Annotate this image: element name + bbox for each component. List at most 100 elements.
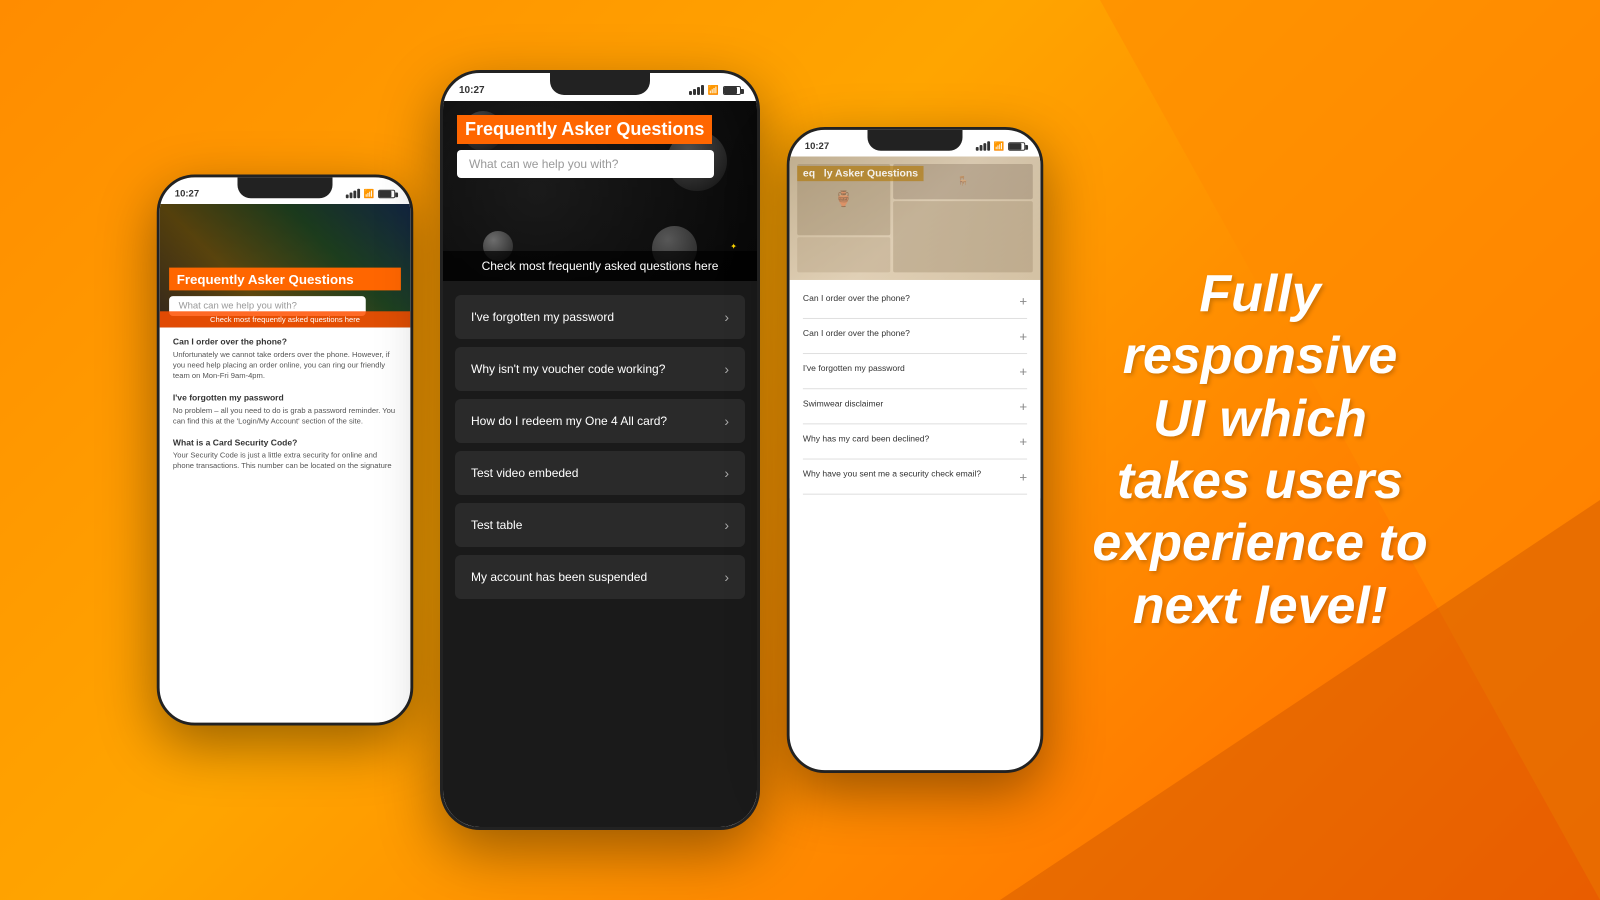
csignal-4 (701, 85, 704, 95)
faq-right-3-label: I've forgotten my password (803, 364, 905, 374)
faq-right-5[interactable]: Why has my card been declined? + (803, 424, 1027, 459)
faq-right-2-plus: + (1019, 328, 1027, 343)
hero-img-icon-1: 🏺 (834, 190, 853, 209)
faq-a3: Your Security Code is just a little extr… (173, 450, 397, 471)
faq-q2: I've forgotten my password (173, 393, 397, 403)
signal-4 (357, 189, 360, 199)
faq-right-6-plus: + (1019, 469, 1027, 484)
phone-left-time: 10:27 (175, 188, 199, 198)
phone-left-hero-bg: Frequently Asker Questions What can we h… (160, 204, 411, 328)
main-content: 10:27 📶 Frequently Asker Questions What … (0, 0, 1600, 900)
rsignal-3 (983, 143, 986, 151)
faq-btn-4[interactable]: Test video embeded › (455, 451, 745, 495)
faq-btn-4-label: Test video embeded (471, 466, 578, 480)
phone-center-time: 10:27 (459, 85, 485, 96)
signal-2 (349, 193, 352, 199)
phone-right-hero-bg: 🏺 🪑 eq ly Asker Questions (790, 156, 1041, 280)
faq-item-1: Can I order over the phone? Unfortunatel… (173, 337, 397, 381)
faq-btn-2-chevron: › (724, 361, 729, 377)
faq-a2: No problem – all you need to do is grab … (173, 405, 397, 426)
phone-left-status-icons: 📶 (346, 188, 396, 198)
phone-right-faq: Can I order over the phone? + Can I orde… (790, 280, 1041, 498)
phone-center-hero-title: Frequently Asker Questions (457, 115, 712, 144)
faq-btn-3-label: How do I redeem my One 4 All card? (471, 414, 667, 428)
faq-right-4[interactable]: Swimwear disclaimer + (803, 389, 1027, 424)
phone-left-cta: Check most frequently asked questions he… (160, 311, 411, 327)
csignal-1 (689, 91, 692, 95)
faq-btn-1[interactable]: I've forgotten my password › (455, 295, 745, 339)
phone-left-hero-title: Frequently Asker Questions (169, 268, 401, 291)
faq-btn-2[interactable]: Why isn't my voucher code working? › (455, 347, 745, 391)
faq-btn-6[interactable]: My account has been suspended › (455, 555, 745, 599)
faq-a1: Unfortunately we cannot take orders over… (173, 349, 397, 381)
faq-btn-3-chevron: › (724, 413, 729, 429)
phone-center-search[interactable]: What can we help you with? (457, 150, 714, 178)
faq-q3: What is a Card Security Code? (173, 438, 397, 448)
phone-center-faq: I've forgotten my password › Why isn't m… (443, 281, 757, 827)
csignal-3 (697, 87, 700, 95)
wifi-icon: 📶 (364, 188, 375, 198)
sparkle-2: ✦ (730, 242, 737, 251)
csignal-2 (693, 89, 696, 95)
battery-icon (378, 189, 395, 198)
faq-right-5-plus: + (1019, 434, 1027, 449)
phone-right: 10:27 📶 🏺 (787, 127, 1044, 773)
faq-right-4-label: Swimwear disclaimer (803, 399, 883, 409)
phone-left-notch (238, 177, 333, 198)
phone-right-time: 10:27 (805, 141, 829, 151)
phone-right-hero-overlay: eq ly Asker Questions (797, 164, 1033, 185)
faq-btn-2-label: Why isn't my voucher code working? (471, 362, 665, 376)
cwifi-icon: 📶 (708, 85, 719, 96)
phone-center-hero: ✦ ✦ Frequently Asker Questions What can … (443, 101, 757, 281)
signal-1 (346, 194, 349, 198)
phone-left-faq-list: Can I order over the phone? Unfortunatel… (160, 327, 411, 492)
faq-right-1[interactable]: Can I order over the phone? + (803, 284, 1027, 319)
phone-right-hero: 🏺 🪑 eq ly Asker Questions (790, 156, 1041, 280)
faq-item-3: What is a Card Security Code? Your Secur… (173, 438, 397, 472)
phone-right-status-icons: 📶 (976, 141, 1026, 151)
cbattery-icon (723, 86, 741, 95)
faq-right-5-label: Why has my card been declined? (803, 434, 929, 444)
phone-right-notch (868, 130, 963, 151)
faq-right-3-plus: + (1019, 364, 1027, 379)
marketing-text: Fully responsive UI which takes users ex… (1090, 263, 1430, 637)
faq-q1: Can I order over the phone? (173, 337, 397, 347)
signal-3 (353, 191, 356, 199)
faq-right-6[interactable]: Why have you sent me a security check em… (803, 460, 1027, 495)
phone-center-status-icons: 📶 (689, 85, 741, 96)
hero-img-block-2 (797, 237, 890, 272)
faq-item-2: I've forgotten my password No problem – … (173, 393, 397, 427)
phone-left-screen: Frequently Asker Questions What can we h… (160, 204, 411, 723)
faq-right-2-label: Can I order over the phone? (803, 328, 910, 338)
phone-left: 10:27 📶 Frequently Asker Questions What … (157, 175, 414, 726)
faq-right-1-plus: + (1019, 293, 1027, 308)
faq-btn-1-label: I've forgotten my password (471, 310, 614, 324)
faq-btn-6-chevron: › (724, 569, 729, 585)
faq-btn-5-label: Test table (471, 518, 522, 532)
faq-btn-1-chevron: › (724, 309, 729, 325)
faq-right-2[interactable]: Can I order over the phone? + (803, 319, 1027, 354)
faq-btn-5[interactable]: Test table › (455, 503, 745, 547)
rwifi-icon: 📶 (994, 141, 1005, 151)
rsignal-4 (987, 141, 990, 151)
faq-right-6-label: Why have you sent me a security check em… (803, 469, 981, 479)
hero-img-block-4 (893, 201, 1033, 272)
faq-btn-4-chevron: › (724, 465, 729, 481)
faq-right-3[interactable]: I've forgotten my password + (803, 354, 1027, 389)
faq-btn-6-label: My account has been suspended (471, 570, 647, 584)
phone-center-cta: Check most frequently asked questions he… (443, 251, 757, 281)
phone-center: 10:27 📶 (440, 70, 760, 830)
phone-right-hero-title-partial: eq ly Asker Questions (797, 166, 924, 181)
phone-center-screen: ✦ ✦ Frequently Asker Questions What can … (443, 101, 757, 827)
rsignal-2 (979, 145, 982, 151)
rbattery-icon (1008, 142, 1025, 151)
faq-right-1-label: Can I order over the phone? (803, 293, 910, 303)
faq-btn-5-chevron: › (724, 517, 729, 533)
marketing-section: Fully responsive UI which takes users ex… (1070, 243, 1450, 657)
rsignal-1 (976, 147, 979, 151)
phone-right-screen: 🏺 🪑 eq ly Asker Questions (790, 156, 1041, 770)
phone-center-notch (550, 73, 650, 95)
faq-right-4-plus: + (1019, 399, 1027, 414)
faq-btn-3[interactable]: How do I redeem my One 4 All card? › (455, 399, 745, 443)
phone-left-hero: Frequently Asker Questions What can we h… (160, 204, 411, 328)
